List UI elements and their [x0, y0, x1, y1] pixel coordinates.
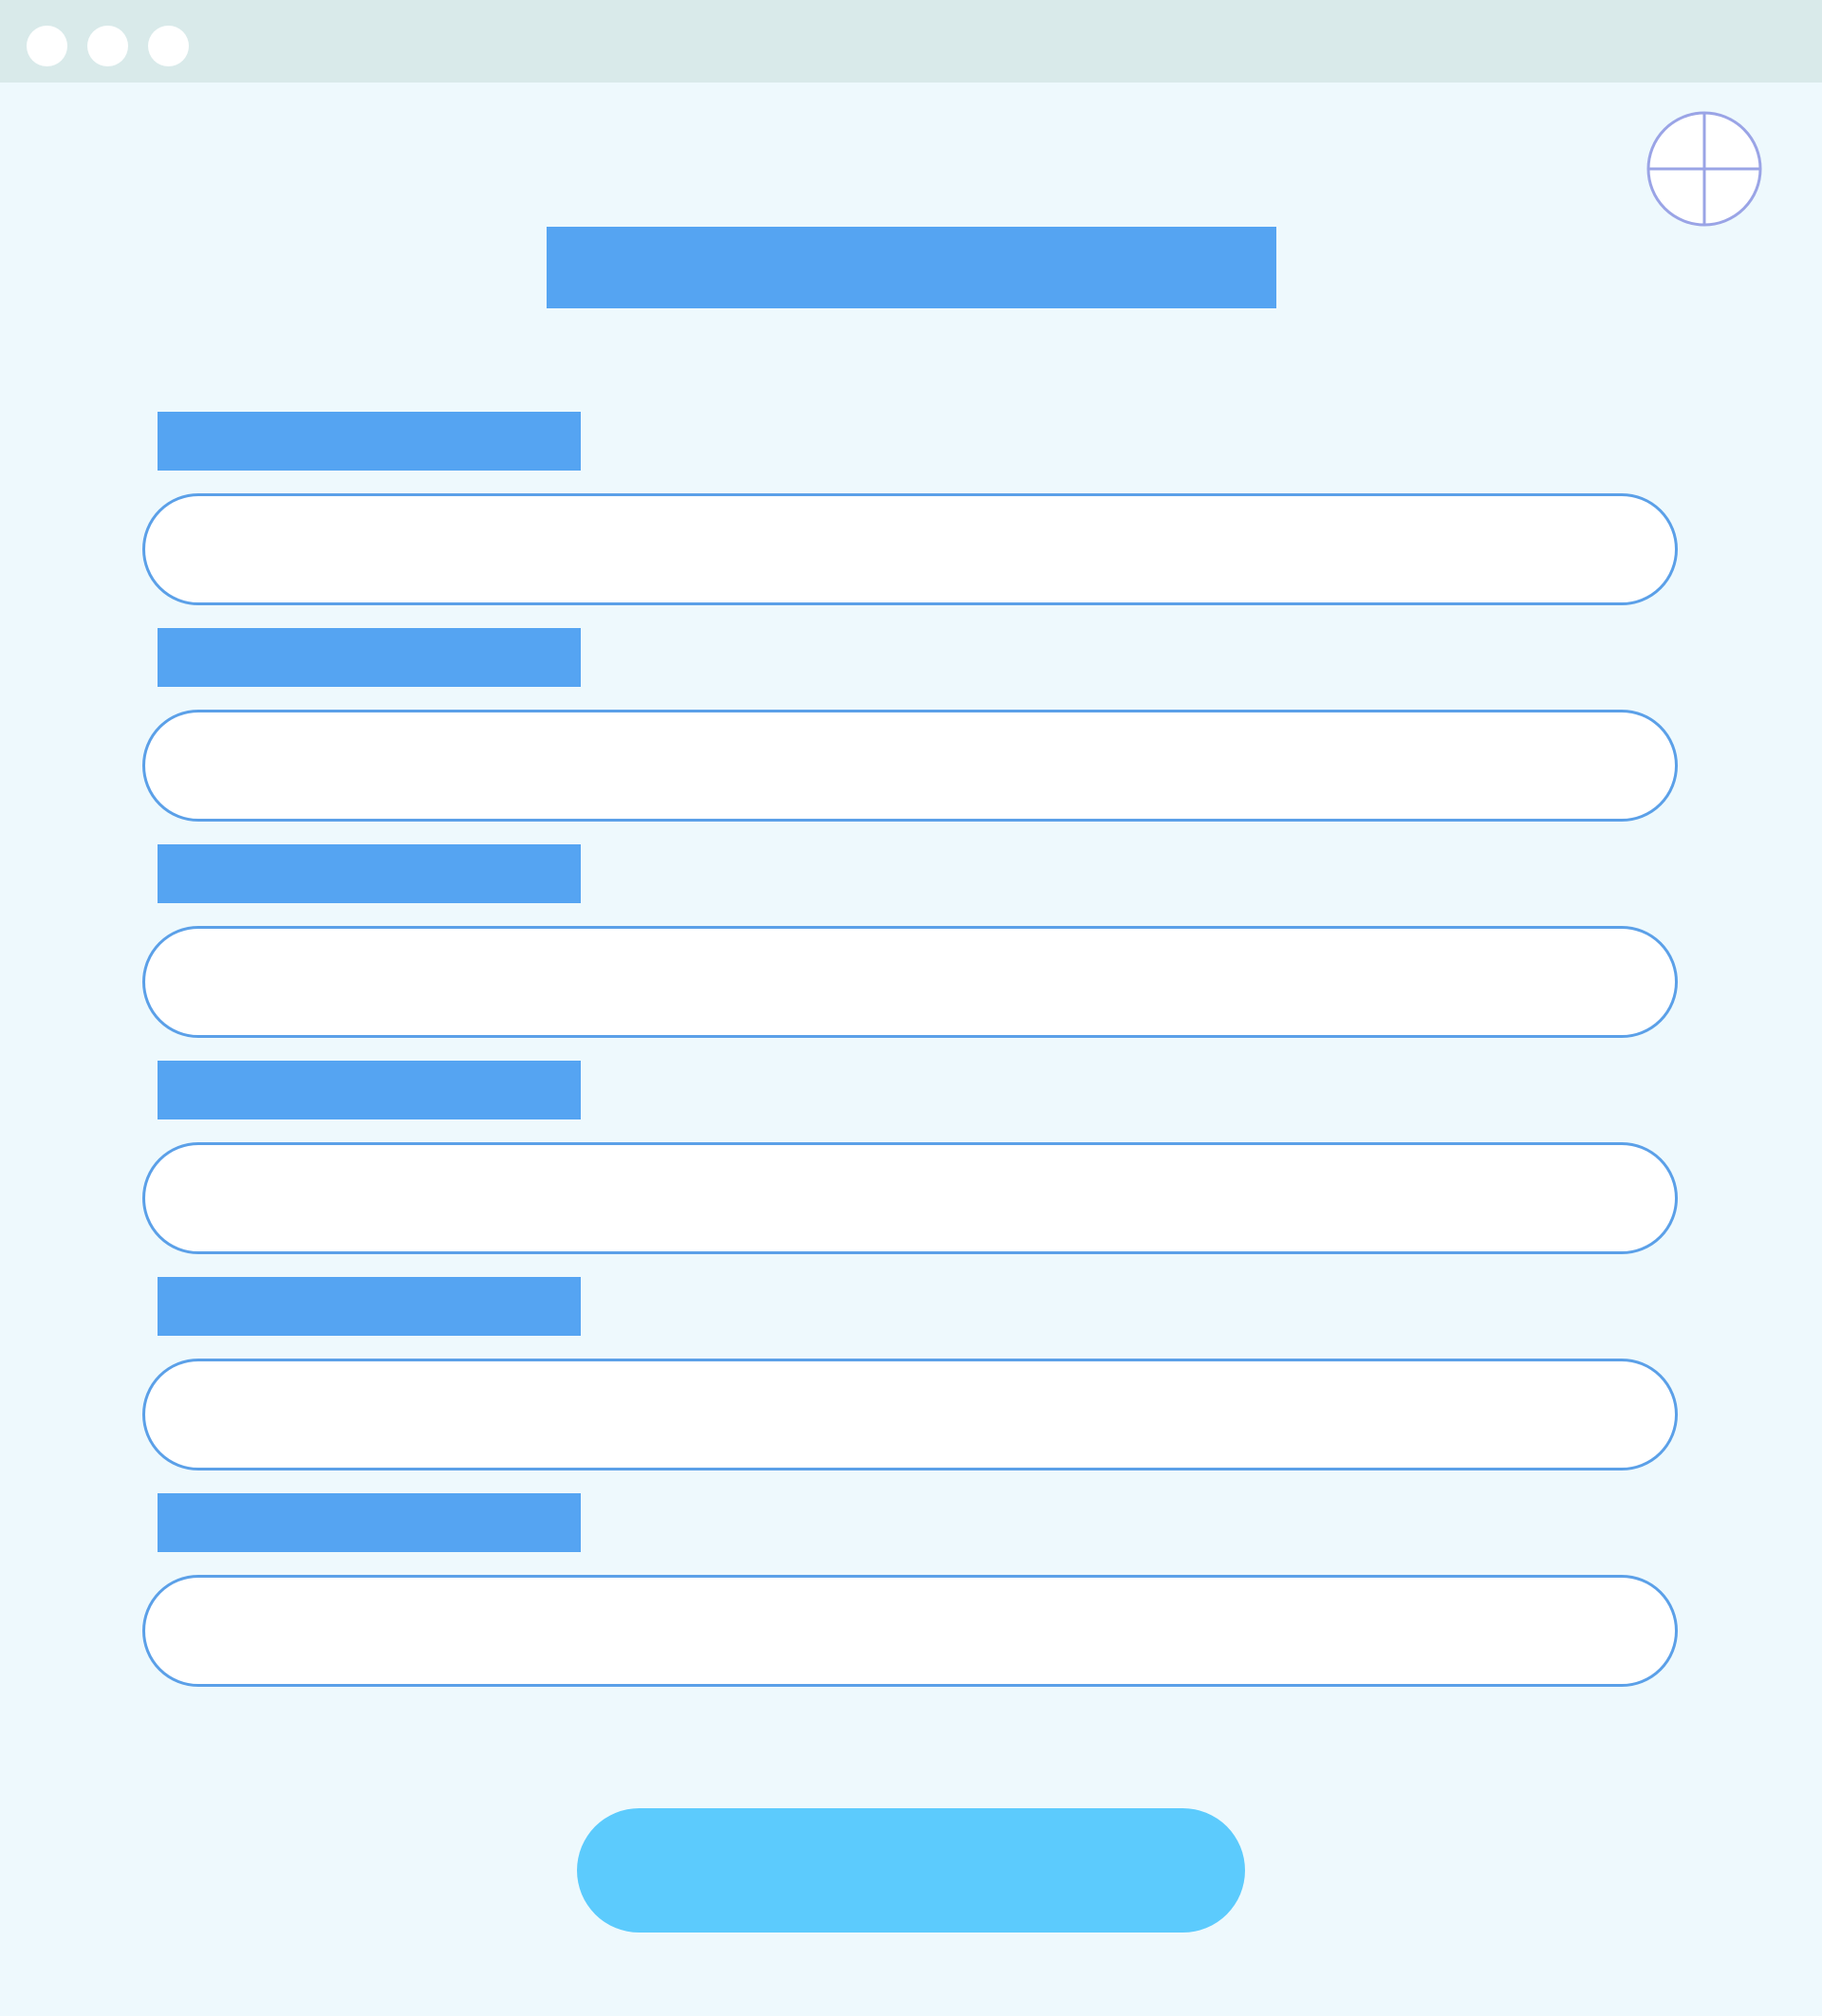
- form-field-2[interactable]: [142, 710, 1678, 822]
- form-field-1[interactable]: [142, 493, 1678, 605]
- field-label-5: [158, 1277, 581, 1336]
- window-close-button[interactable]: [27, 26, 67, 66]
- window-titlebar: [0, 0, 1822, 83]
- field-label-1: [158, 412, 581, 471]
- window-minimize-button[interactable]: [87, 26, 128, 66]
- form-field-4[interactable]: [142, 1142, 1678, 1254]
- submit-button[interactable]: [577, 1808, 1245, 1933]
- form-field-6[interactable]: [142, 1575, 1678, 1687]
- field-label-3: [158, 844, 581, 903]
- globe-icon[interactable]: [1645, 110, 1763, 228]
- form-field-3[interactable]: [142, 926, 1678, 1038]
- window-maximize-button[interactable]: [148, 26, 189, 66]
- field-label-6: [158, 1493, 581, 1552]
- page-title: [547, 227, 1276, 308]
- field-label-4: [158, 1061, 581, 1119]
- field-label-2: [158, 628, 581, 687]
- form-field-5[interactable]: [142, 1359, 1678, 1470]
